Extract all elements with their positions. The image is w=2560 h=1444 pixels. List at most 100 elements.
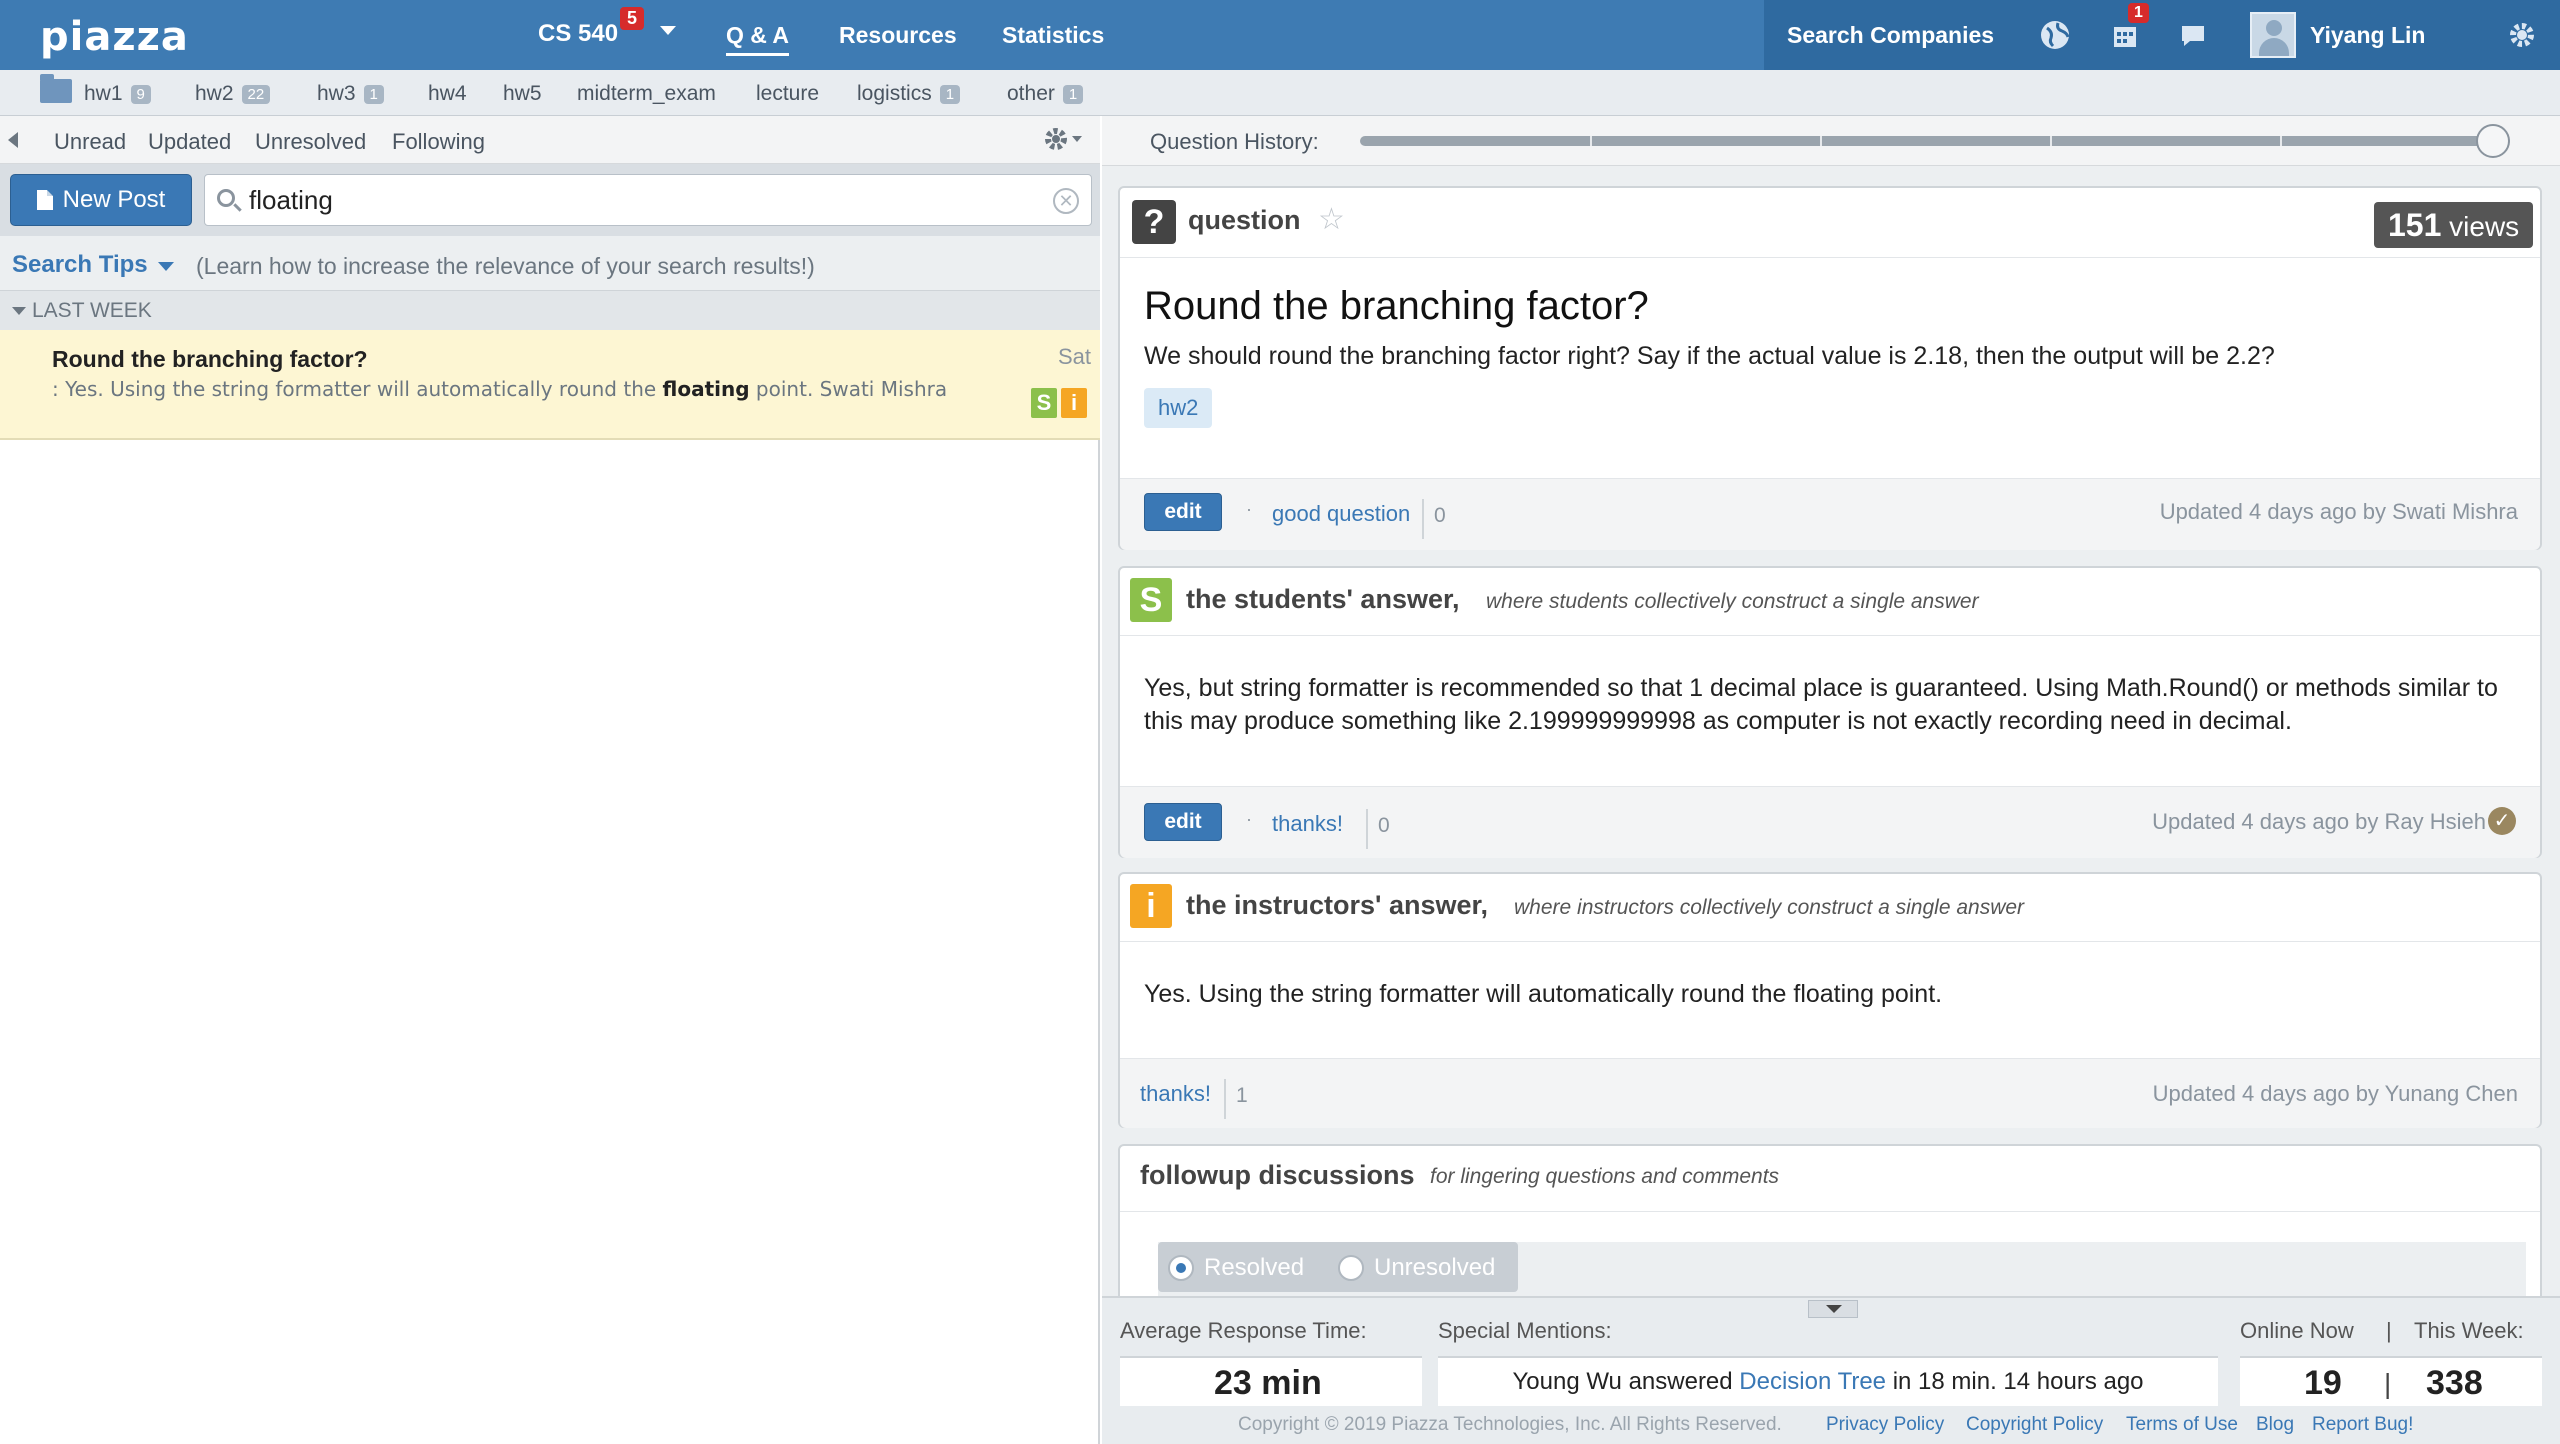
chat-icon[interactable] <box>2176 18 2210 52</box>
student-answer-badge: S <box>1130 578 1172 622</box>
good-question-link[interactable]: good question <box>1272 501 1410 527</box>
folder-lecture[interactable]: lecture <box>756 82 819 106</box>
folder-count-badge: 1 <box>939 84 961 104</box>
students-answer-body: Yes, but string formatter is recommended… <box>1144 674 2498 735</box>
avg-response-label: Average Response Time: <box>1120 1318 1367 1343</box>
thanks-count: 1 <box>1224 1079 1248 1119</box>
new-post-button[interactable]: New Post <box>10 174 192 226</box>
course-name[interactable]: CS 540 <box>538 20 618 48</box>
resolved-radio[interactable] <box>1168 1255 1194 1281</box>
updated-info: Updated 4 days ago by Yunang Chen <box>2152 1081 2518 1106</box>
group-header-last-week[interactable]: LAST WEEK <box>0 290 1100 330</box>
report-bug-link[interactable]: Report Bug! <box>2312 1414 2413 1436</box>
folder-count-badge: 1 <box>363 84 384 104</box>
globe-icon[interactable] <box>2038 18 2072 52</box>
instructors-answer-title: the instructors' answer, <box>1186 890 1489 920</box>
calendar-icon[interactable] <box>2108 18 2142 52</box>
unresolved-radio[interactable] <box>1338 1255 1364 1281</box>
question-header: ? question ☆ 151 views <box>1120 188 2540 258</box>
folder-hw5[interactable]: hw5 <box>503 82 542 106</box>
list-item[interactable]: Round the branching factor? Sat : Yes. U… <box>0 330 1100 440</box>
label-separator: | <box>2386 1318 2392 1343</box>
nav-resources[interactable]: Resources <box>839 22 957 49</box>
chevron-down-icon[interactable] <box>12 307 26 315</box>
nav-statistics[interactable]: Statistics <box>1002 22 1104 49</box>
folder-hw1[interactable]: hw1 9 <box>84 82 151 106</box>
search-input[interactable] <box>249 183 1029 217</box>
students-answer-card: S the students' answer, where students c… <box>1118 566 2542 858</box>
terms-of-use-link[interactable]: Terms of Use <box>2126 1414 2238 1436</box>
history-slider-handle[interactable] <box>2476 124 2510 158</box>
thanks-count: 0 <box>1366 809 1390 849</box>
special-mentions-label: Special Mentions: <box>1438 1318 1612 1343</box>
students-answer-title: the students' answer, <box>1186 584 1460 614</box>
students-answer-footer: edit · thanks! 0 Updated 4 days ago by R… <box>1120 786 2540 858</box>
resolve-toggle: Resolved Unresolved <box>1158 1242 1518 1292</box>
edit-button[interactable]: edit <box>1144 803 1222 841</box>
question-type-label: question <box>1188 205 1301 235</box>
chevron-down-icon[interactable] <box>158 262 174 271</box>
stats-footer: Average Response Time: 23 min Special Me… <box>1102 1296 2560 1444</box>
avatar[interactable] <box>2250 12 2296 58</box>
unresolved-label[interactable]: Unresolved <box>1374 1254 1495 1282</box>
post-snippet: : Yes. Using the string formatter will a… <box>52 377 948 401</box>
mention-post-link[interactable]: Decision Tree <box>1739 1368 1886 1395</box>
post-day: Sat <box>1058 344 1092 369</box>
resolved-label[interactable]: Resolved <box>1204 1254 1304 1282</box>
blog-link[interactable]: Blog <box>2256 1414 2294 1436</box>
instructors-answer-body: Yes. Using the string formatter will aut… <box>1144 980 1943 1008</box>
course-selector[interactable]: CS 540 <box>538 20 618 48</box>
filter-unresolved[interactable]: Unresolved <box>255 129 366 155</box>
folder-hw3[interactable]: hw3 1 <box>317 82 384 106</box>
post-detail-pane: Question History: ? question ☆ 151 views… <box>1102 116 2560 1444</box>
question-mark-icon: ? <box>1132 200 1176 244</box>
folder-hw4[interactable]: hw4 <box>428 82 467 106</box>
student-answer-badge: S <box>1031 388 1057 418</box>
stats-collapse-toggle[interactable] <box>1808 1300 1858 1318</box>
views-badge: 151 views <box>2374 202 2534 248</box>
collapse-pane-icon[interactable] <box>8 132 18 148</box>
copyright-policy-link[interactable]: Copyright Policy <box>1966 1414 2103 1436</box>
filter-following[interactable]: Following <box>392 129 485 155</box>
edit-button[interactable]: edit <box>1144 493 1222 531</box>
search-box[interactable]: ✕ <box>204 174 1092 226</box>
privacy-policy-link[interactable]: Privacy Policy <box>1826 1414 1944 1436</box>
tag-hw2[interactable]: hw2 <box>1144 388 1213 428</box>
folder-logistics[interactable]: logistics 1 <box>857 82 961 106</box>
calendar-notification-badge: 1 <box>2128 3 2149 23</box>
chevron-down-icon[interactable] <box>660 26 676 35</box>
list-settings-gear-icon[interactable] <box>1040 122 1086 164</box>
search-icon <box>217 189 235 207</box>
online-now-value: 19 <box>2304 1364 2342 1402</box>
folder-hw2[interactable]: hw2 22 <box>195 82 271 106</box>
updated-info: Updated 4 days ago by Swati Mishra <box>2159 499 2518 524</box>
special-mentions-box: Young Wu answered Decision Tree in 18 mi… <box>1438 1356 2218 1406</box>
clear-search-icon[interactable]: ✕ <box>1053 188 1079 214</box>
folder-other[interactable]: other 1 <box>1007 82 1084 106</box>
gear-icon[interactable] <box>2505 18 2539 52</box>
online-now-label: Online Now <box>2240 1318 2354 1343</box>
user-name[interactable]: Yiyang Lin <box>2310 22 2425 49</box>
students-answer-header: S the students' answer, where students c… <box>1120 568 2540 636</box>
thanks-link[interactable]: thanks! <box>1140 1081 1211 1107</box>
online-box: 19 | 338 <box>2240 1356 2542 1406</box>
question-title: Round the branching factor? <box>1144 284 1649 328</box>
special-mention-text: Young Wu answered Decision Tree in 18 mi… <box>1512 1368 2144 1395</box>
nav-qa[interactable]: Q & A <box>726 22 790 56</box>
folder-midterm-exam[interactable]: midterm_exam <box>577 82 716 106</box>
endorsed-check-icon: ✓ <box>2488 807 2516 835</box>
updated-info: Updated 4 days ago by Ray Hsieh <box>2152 809 2486 834</box>
filter-updated[interactable]: Updated <box>148 129 231 155</box>
search-tips-link[interactable]: Search Tips <box>12 251 148 279</box>
history-slider-track[interactable] <box>1360 136 2510 146</box>
search-companies-link[interactable]: Search Companies <box>1787 22 1994 49</box>
folder-icon[interactable] <box>40 74 72 103</box>
filter-unread[interactable]: Unread <box>54 129 126 155</box>
filter-bar: Unread Updated Unresolved Following <box>0 116 1100 164</box>
search-tips-hint: (Learn how to increase the relevance of … <box>196 253 815 279</box>
thanks-link[interactable]: thanks! <box>1272 811 1343 837</box>
this-week-value: 338 <box>2426 1364 2483 1402</box>
piazza-logo[interactable]: piazza <box>40 14 189 60</box>
star-icon[interactable]: ☆ <box>1318 202 1345 237</box>
instructor-answer-badge: i <box>1130 884 1172 928</box>
